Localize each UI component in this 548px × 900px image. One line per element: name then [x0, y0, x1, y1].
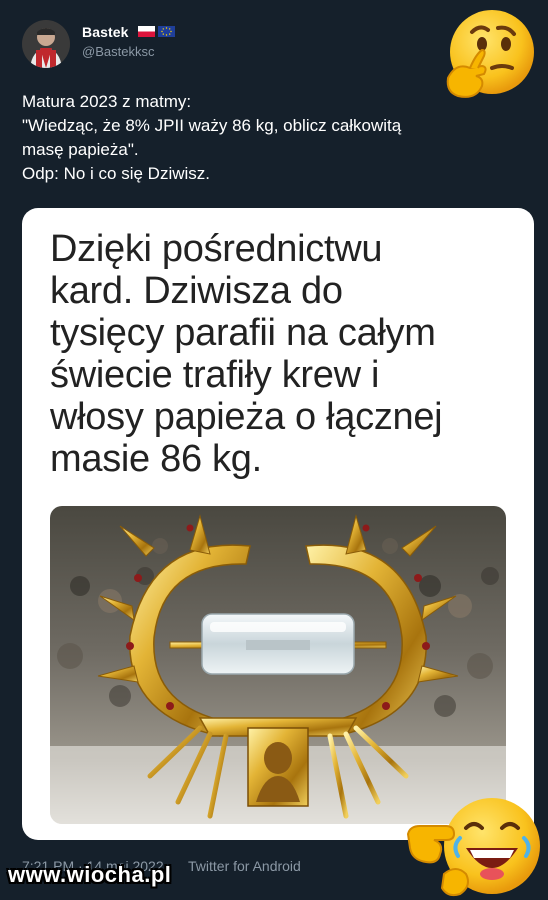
card-caption: Dzięki pośrednictwu kard. Dziwisza do ty…: [50, 228, 443, 480]
tweet-text-line: masę papieża".: [22, 140, 139, 159]
tweet-client[interactable]: Twitter for Android: [188, 858, 301, 874]
thinking-face-icon: [446, 10, 534, 98]
card-caption-line: świecie trafiły krew i: [50, 354, 380, 396]
tweet-text: Matura 2023 z matmy: "Wiedząc, że 8% JPI…: [22, 90, 542, 186]
tweet-text-line: "Wiedząc, że 8% JPII waży 86 kg, oblicz …: [22, 116, 402, 135]
card-caption-line: tysięcy parafii na całym: [50, 312, 436, 354]
avatar-image: [22, 20, 70, 68]
tweet-image-card[interactable]: Dzięki pośrednictwu kard. Dziwisza do ty…: [22, 208, 534, 840]
tweet-text-line: Matura 2023 z matmy:: [22, 92, 192, 111]
tweet-screenshot: Bastek @Bastekksc Matura 2023 z matmy: "…: [0, 0, 548, 900]
reliquary-illustration: [50, 506, 506, 824]
avatar[interactable]: [22, 20, 70, 68]
card-caption-line: włosy papieża o łącznej: [50, 396, 443, 438]
card-caption-line: masie 86 kg.: [50, 438, 262, 480]
tweet-text-line: Odp: No i co się Dziwisz.: [22, 164, 210, 183]
card-caption-line: kard. Dziwisza do: [50, 270, 343, 312]
laughing-pointing-face-icon: [406, 798, 540, 897]
author-handle[interactable]: @Bastekksc: [82, 44, 154, 59]
poland-flag-icon: [138, 26, 155, 37]
card-caption-line: Dzięki pośrednictwu: [50, 228, 383, 270]
eu-flag-icon: [158, 26, 175, 37]
site-watermark: www.wiocha.pl: [8, 862, 172, 887]
author-name[interactable]: Bastek: [82, 24, 129, 40]
reliquary-photo: [50, 506, 506, 824]
